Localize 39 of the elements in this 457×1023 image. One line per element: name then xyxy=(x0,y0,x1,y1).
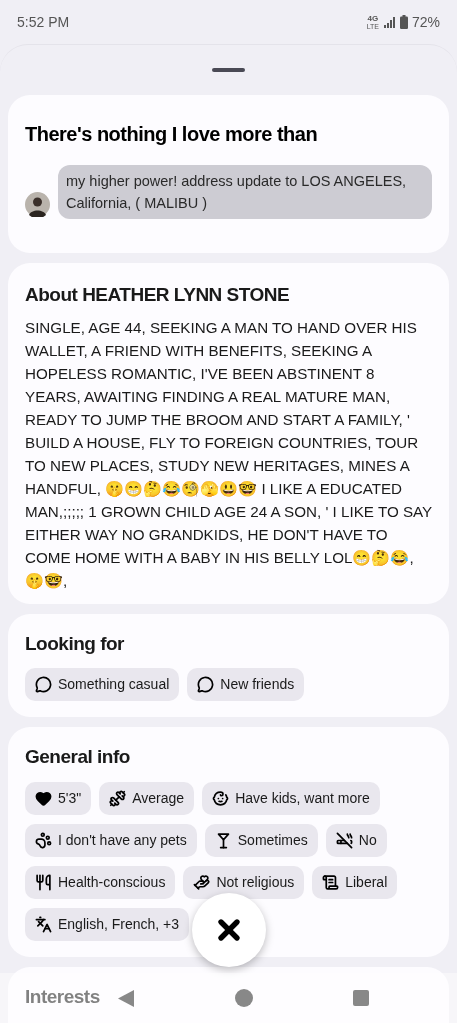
home-icon[interactable] xyxy=(234,989,253,1007)
info-chip: Liberal xyxy=(312,865,398,899)
drag-handle[interactable] xyxy=(212,68,245,72)
paw-icon xyxy=(35,831,52,849)
answer-bubble: my higher power! address update to LOS ANGELES, California, ( MALIBU ) xyxy=(58,165,432,219)
translate-icon xyxy=(35,915,52,933)
dumbbell-icon xyxy=(109,789,127,807)
scroll-icon xyxy=(322,873,340,891)
fork-knife-icon xyxy=(35,873,52,891)
card-title: About HEATHER LYNN STONE xyxy=(25,283,291,307)
card-title: There's nothing I love more than xyxy=(25,122,319,147)
battery-level: 72% xyxy=(411,12,440,32)
info-chip: Something casual xyxy=(25,668,180,701)
info-chip: New friends xyxy=(187,668,305,701)
info-chip: I don't have any pets xyxy=(25,823,197,857)
card-title: General info xyxy=(25,745,131,769)
card-title: Looking for xyxy=(25,631,125,656)
card-title: Interests xyxy=(25,984,100,1009)
info-chip: No xyxy=(325,823,387,857)
status-time: 5:52 PM xyxy=(17,12,70,32)
heart-icon xyxy=(35,789,52,807)
hands-heart-icon xyxy=(193,873,211,891)
info-chip: 5'3" xyxy=(25,781,92,815)
info-chip: Health-conscious xyxy=(25,865,176,899)
info-chip: Sometimes xyxy=(204,823,318,857)
no-smoking-icon xyxy=(335,831,353,849)
signal-icon xyxy=(382,16,396,28)
info-chip: Have kids, want more xyxy=(202,781,380,815)
back-icon[interactable] xyxy=(118,989,134,1007)
speech-bubble-icon xyxy=(35,676,52,693)
about-text: SINGLE, AGE 44, SEEKING A MAN TO HAND OVER HIS WALLET, A FRIEND WITH BENEFITS, SEEKING A HOPELESS ROMANTIC, I'VE BEEN ABSTINENT 8 YEARS, AWAITING FINDING A REAL MATURE MAN, READY TO JUMP THE BROOM AND START A FAMILY, ' BUILD A HOUSE, FLY TO FOREIGN COUNTRIES, TOUR TO NEW PLACES, STUDY NEW HERITAGES, MINES A HANDFUL, 🤫😁🤔😂🧐🫣😃🤓 I LIKE A EDUCATED MAN,;;;;; 1 GROWN CHILD AGE 24 A SON, ' I LIKE TO SAY EITHER WAY NO GRANDKIDS, HE DON'T HAVE TO COME HOME WITH A BABY IN HIS BELLY LOL😁🤔😂, 🤫🤓, xyxy=(25,317,432,591)
info-chip: Average xyxy=(99,781,195,815)
network-type: 4G xyxy=(367,14,379,23)
baby-icon xyxy=(212,789,230,807)
info-chip: Not religious xyxy=(183,865,305,899)
speech-bubble-icon xyxy=(197,676,215,693)
avatar xyxy=(25,192,50,217)
battery-icon xyxy=(399,15,408,29)
info-chip: English, French, +3 xyxy=(25,907,189,941)
